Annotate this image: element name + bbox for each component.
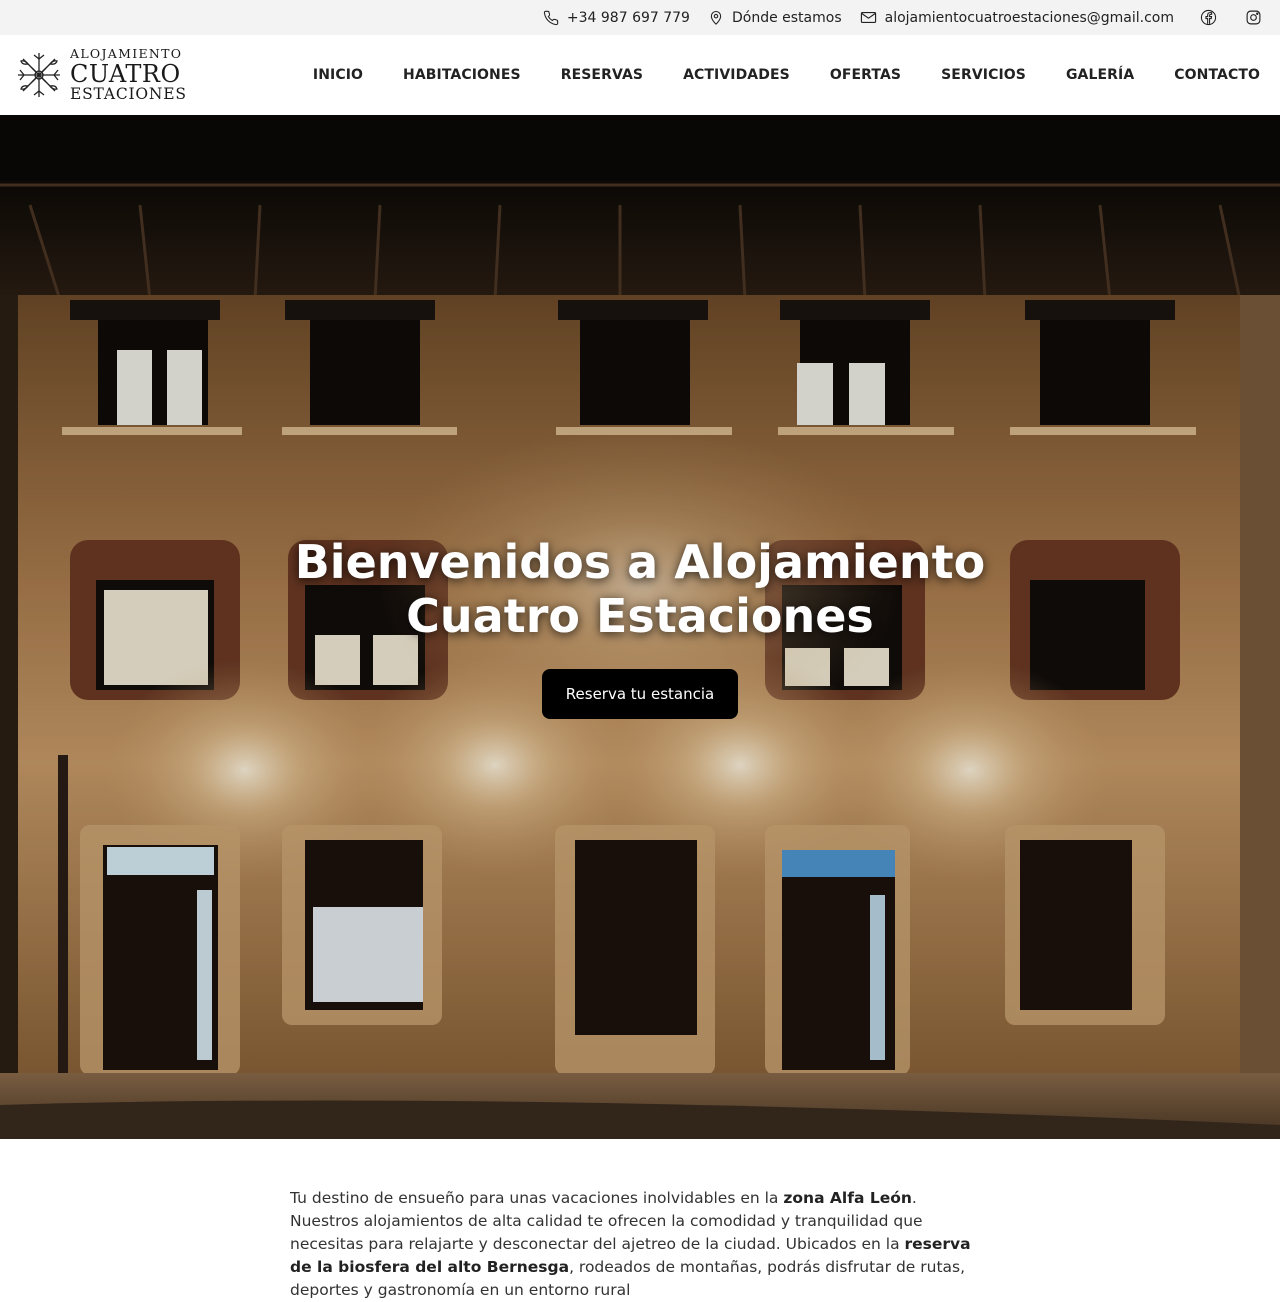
location-link[interactable]: Dónde estamos bbox=[708, 9, 842, 26]
nav-actividades[interactable]: ACTIVIDADES bbox=[683, 67, 790, 83]
instagram-link[interactable] bbox=[1245, 9, 1262, 26]
phone-icon bbox=[543, 10, 559, 25]
intro-paragraph: Tu destino de ensueño para unas vacacion… bbox=[290, 1187, 990, 1302]
main-header: ALOJAMIENTO CUATRO ESTACIONES INICIO HAB… bbox=[0, 35, 1280, 115]
book-stay-button[interactable]: Reserva tu estancia bbox=[541, 669, 739, 719]
main-nav: INICIO HABITACIONES RESERVAS ACTIVIDADES… bbox=[313, 67, 1260, 83]
hero-content: Bienvenidos a Alojamiento Cuatro Estacio… bbox=[0, 535, 1280, 719]
nav-inicio[interactable]: INICIO bbox=[313, 67, 363, 83]
nav-reservas[interactable]: RESERVAS bbox=[561, 67, 643, 83]
logo-line-1: ALOJAMIENTO bbox=[70, 46, 183, 61]
logo-line-3: ESTACIONES bbox=[70, 84, 187, 103]
hero-section: Bienvenidos a Alojamiento Cuatro Estacio… bbox=[0, 115, 1280, 1139]
logo-line-2: CUATRO bbox=[70, 59, 181, 88]
location-text: Dónde estamos bbox=[731, 9, 842, 26]
nav-galeria[interactable]: GALERÍA bbox=[1066, 67, 1134, 83]
phone-text: +34 987 697 779 bbox=[566, 9, 690, 26]
nav-servicios[interactable]: SERVICIOS bbox=[941, 67, 1026, 83]
phone-link[interactable]: +34 987 697 779 bbox=[543, 10, 690, 26]
nav-ofertas[interactable]: OFERTAS bbox=[830, 67, 901, 83]
seasons-emblem-icon bbox=[18, 53, 60, 97]
site-logo[interactable]: ALOJAMIENTO CUATRO ESTACIONES bbox=[12, 46, 187, 103]
hero-title: Bienvenidos a Alojamiento Cuatro Estacio… bbox=[294, 535, 986, 643]
email-text: alojamientocuatroestaciones@gmail.com bbox=[884, 9, 1174, 26]
facebook-link[interactable] bbox=[1200, 9, 1217, 26]
nav-contacto[interactable]: CONTACTO bbox=[1174, 67, 1260, 83]
instagram-icon bbox=[1246, 10, 1261, 25]
top-contact-bar: +34 987 697 779 Dónde estamos alojamient… bbox=[0, 0, 1280, 35]
nav-habitaciones[interactable]: HABITACIONES bbox=[403, 67, 521, 83]
intro-text-1: Tu destino de ensueño para unas vacacion… bbox=[290, 1189, 784, 1207]
facebook-icon bbox=[1200, 9, 1217, 26]
intro-highlight-zone: zona Alfa León bbox=[783, 1189, 912, 1207]
email-link[interactable]: alojamientocuatroestaciones@gmail.com bbox=[860, 10, 1174, 26]
map-pin-icon bbox=[710, 11, 722, 25]
mail-icon bbox=[860, 11, 876, 24]
